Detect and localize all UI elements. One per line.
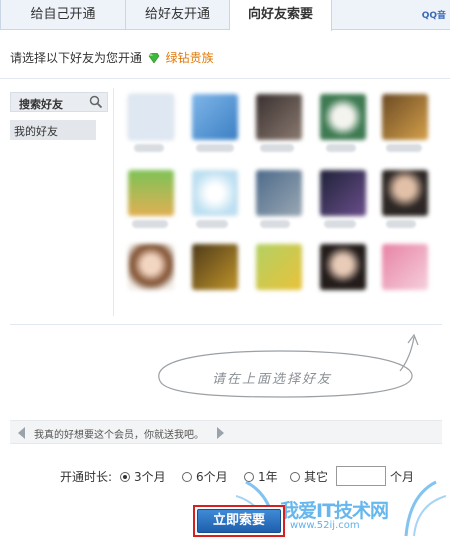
friend-avatar[interactable] — [128, 244, 174, 290]
magnifier-icon[interactable] — [89, 95, 103, 109]
request-message-text: 我真的好想要这个会员，你就送我吧。 — [34, 430, 204, 441]
friend-avatar[interactable] — [382, 244, 428, 290]
friend-name-blurred — [386, 220, 416, 228]
prompt-text: 请选择以下好友为您开通 — [10, 51, 143, 65]
watermark-url: www.52ij.com — [290, 520, 360, 531]
friend-name-blurred — [386, 144, 422, 152]
friend-group-label: 我的好友 — [14, 125, 58, 138]
friend-name-blurred — [324, 220, 356, 228]
duration-label: 开通时长: — [60, 470, 113, 484]
friend-name-blurred — [260, 144, 294, 152]
friend-avatar-grid — [128, 94, 428, 300]
selection-hint-text: 请在上面选择好友 — [212, 372, 333, 387]
custom-months-input[interactable] — [336, 466, 386, 486]
friend-avatar[interactable] — [192, 244, 238, 290]
friend-avatar[interactable] — [256, 170, 302, 216]
friend-name-blurred — [196, 220, 228, 228]
friend-group-my-friends[interactable]: 我的好友 — [10, 120, 96, 140]
friend-avatar[interactable] — [320, 94, 366, 140]
duration-option-1-year[interactable]: 1年 — [244, 468, 278, 485]
tab-open-for-friend[interactable]: 给好友开通 — [126, 0, 230, 30]
friend-name-blurred — [196, 144, 234, 152]
friend-avatar[interactable] — [192, 94, 238, 140]
months-unit-label: 个月 — [390, 470, 415, 484]
radio-selected-icon[interactable] — [120, 472, 130, 482]
friend-name-blurred — [260, 220, 290, 228]
request-message-bar: 我真的好想要这个会员，你就送我吧。 — [10, 420, 442, 444]
friend-avatar[interactable] — [320, 170, 366, 216]
friend-avatar[interactable] — [192, 170, 238, 216]
radio-icon[interactable] — [290, 472, 300, 482]
duration-option-6-months[interactable]: 6个月 — [182, 468, 228, 485]
friend-avatar[interactable] — [128, 170, 174, 216]
duration-option-3-months[interactable]: 3个月 — [120, 468, 166, 485]
friend-search-box[interactable]: 搜索好友 — [10, 92, 108, 112]
friend-avatar[interactable] — [382, 170, 428, 216]
friend-avatar[interactable] — [256, 244, 302, 290]
watermark-title: 我爱IT技术网 — [280, 500, 389, 522]
divider — [0, 78, 450, 79]
radio-icon[interactable] — [182, 472, 192, 482]
duration-option-other[interactable]: 其它 — [290, 468, 328, 485]
friend-avatar[interactable] — [128, 94, 174, 140]
sidebar-divider — [113, 88, 114, 316]
request-now-button[interactable]: 立即索要 — [193, 505, 285, 537]
radio-icon[interactable] — [244, 472, 254, 482]
prompt-line: 请选择以下好友为您开通 绿钻贵族 — [10, 49, 214, 66]
friend-avatar[interactable] — [256, 94, 302, 140]
duration-selector: 开通时长: 3个月 6个月 1年 其它 个月 — [0, 466, 450, 486]
vip-label[interactable]: 绿钻贵族 — [166, 51, 214, 65]
friend-name-blurred — [326, 144, 356, 152]
next-message-arrow-icon[interactable] — [217, 427, 224, 439]
friend-name-blurred — [134, 144, 164, 152]
friend-avatar[interactable] — [382, 94, 428, 140]
tab-bar: 给自己开通 给好友开通 向好友索要 QQ音 — [0, 0, 450, 31]
friend-avatar[interactable] — [320, 244, 366, 290]
friend-name-blurred — [132, 220, 168, 228]
green-diamond-icon — [148, 53, 160, 63]
search-label: 搜索好友 — [19, 98, 63, 111]
prev-message-arrow-icon[interactable] — [18, 427, 25, 439]
tab-request-from-friend[interactable]: 向好友索要 — [230, 0, 332, 31]
tab-open-for-self[interactable]: 给自己开通 — [0, 0, 126, 30]
qq-music-link[interactable]: QQ音 — [422, 8, 446, 21]
request-now-label: 立即索要 — [197, 509, 281, 533]
